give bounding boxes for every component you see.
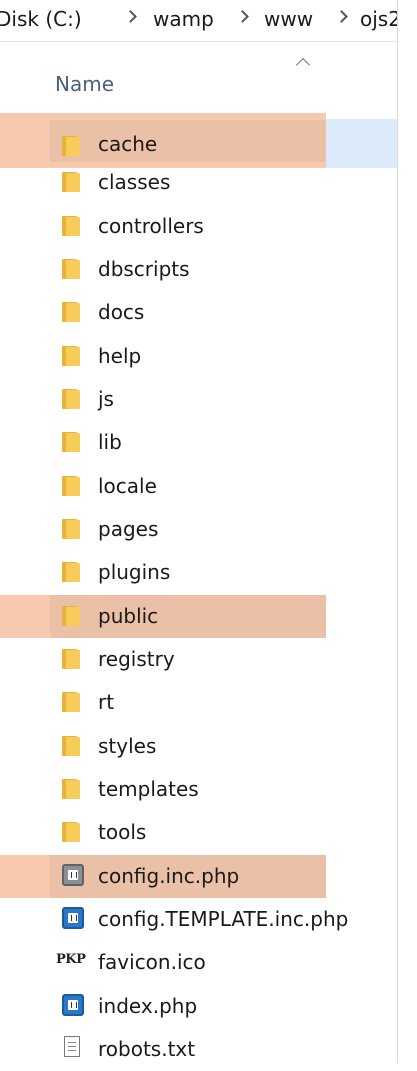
column-header-label[interactable]: Name [55, 72, 114, 96]
file-name: lib [98, 430, 122, 455]
folder-icon [62, 302, 80, 323]
file-name: locale [98, 473, 157, 498]
list-item[interactable]: public [0, 594, 326, 638]
list-item[interactable]: help [0, 335, 397, 378]
php-file-icon [62, 993, 84, 1016]
folder-icon [62, 605, 80, 626]
folder-icon [62, 388, 80, 409]
text-file-icon [64, 1035, 80, 1057]
file-name: favicon.ico [98, 950, 206, 975]
file-name: js [98, 386, 114, 411]
list-item[interactable]: rt [0, 681, 397, 724]
list-item[interactable]: config.TEMPLATE.inc.php [0, 898, 397, 941]
list-item[interactable]: robots.txt [0, 1028, 397, 1071]
list-item[interactable]: templates [0, 768, 397, 811]
file-name: robots.txt [98, 1036, 196, 1061]
list-item[interactable]: classes [0, 161, 397, 204]
file-name: config.inc.php [98, 863, 240, 888]
highlight-box [50, 120, 326, 162]
file-name: help [98, 343, 142, 368]
list-item[interactable]: js [0, 378, 397, 421]
pkp-logo-icon: PKP [56, 952, 86, 968]
file-name: templates [98, 776, 199, 801]
list-item[interactable]: locale [0, 465, 397, 508]
breadcrumb-item-wamp[interactable]: wamp [153, 7, 214, 31]
highlight-box [50, 594, 326, 638]
list-item[interactable]: config.inc.php [0, 854, 326, 898]
folder-icon [62, 172, 80, 193]
file-name: classes [98, 170, 171, 195]
file-name: controllers [98, 213, 204, 238]
list-item[interactable]: cache [0, 113, 326, 168]
list-item[interactable]: PKP favicon.ico [0, 941, 397, 984]
folder-icon [62, 778, 80, 799]
file-name: config.TEMPLATE.inc.php [98, 906, 349, 931]
list-item[interactable]: lib [0, 421, 397, 464]
breadcrumb-item-ojs2[interactable]: ojs2 [360, 7, 397, 31]
folder-icon [62, 345, 80, 366]
file-name: rt [98, 690, 115, 715]
folder-icon [62, 735, 80, 756]
folder-icon [62, 692, 80, 713]
file-name: cache [98, 132, 158, 156]
list-item[interactable]: tools [0, 811, 397, 854]
file-name: plugins [98, 560, 171, 585]
list-item[interactable]: registry [0, 638, 397, 681]
list-item[interactable]: dbscripts [0, 248, 397, 291]
chevron-right-icon[interactable] [335, 10, 348, 23]
file-name: index.php [98, 993, 198, 1018]
file-name: tools [98, 820, 147, 845]
list-item[interactable]: docs [0, 291, 397, 334]
folder-icon [62, 562, 80, 583]
list-item[interactable]: index.php [0, 985, 397, 1028]
list-item[interactable]: pages [0, 508, 397, 551]
breadcrumb-item-disk[interactable]: Disk (C:) [0, 7, 82, 31]
pane-border [397, 0, 398, 1063]
file-name: pages [98, 516, 159, 541]
folder-icon [62, 136, 80, 156]
file-name: dbscripts [98, 256, 190, 281]
folder-icon [62, 648, 80, 669]
file-name: registry [98, 646, 175, 671]
folder-icon [62, 432, 80, 453]
list-item[interactable]: styles [0, 725, 397, 768]
chevron-right-icon[interactable] [124, 10, 137, 23]
list-item[interactable]: controllers [0, 205, 397, 248]
folder-icon [62, 518, 80, 539]
chevron-right-icon[interactable] [236, 10, 249, 23]
file-name: styles [98, 733, 157, 758]
folder-icon [62, 475, 80, 496]
php-file-icon [62, 906, 84, 929]
file-name: public [98, 603, 159, 628]
php-file-icon [62, 863, 84, 886]
file-name: docs [98, 300, 145, 325]
folder-icon [62, 258, 80, 279]
list-item[interactable]: plugins [0, 551, 397, 594]
breadcrumb: Disk (C:) wamp www ojs2 [0, 0, 397, 42]
folder-icon [62, 822, 80, 843]
breadcrumb-item-www[interactable]: www [264, 7, 313, 31]
folder-icon [62, 215, 80, 236]
